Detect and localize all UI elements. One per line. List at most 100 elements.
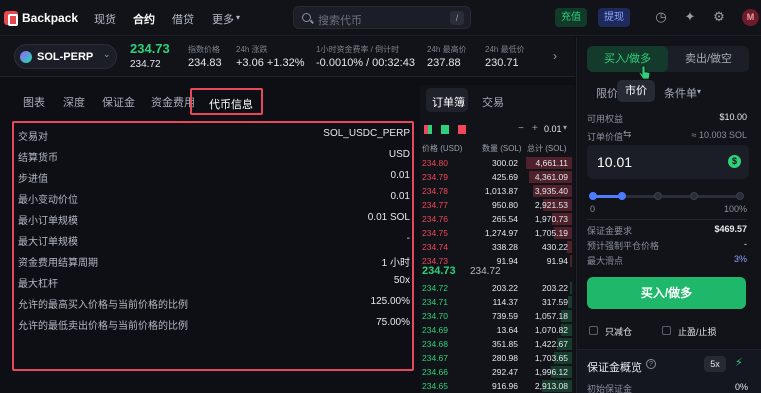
ob-size: 91.94 — [496, 256, 518, 266]
gear-icon[interactable]: ⚙ — [712, 10, 726, 24]
slider-stop-100[interactable] — [736, 192, 744, 200]
token-info-value: 0.01 — [390, 191, 410, 202]
view-asks-icon[interactable] — [458, 125, 466, 134]
order-type-conditional[interactable]: 条件单 — [664, 85, 697, 101]
bid-row[interactable]: 234.70 739.59 1,057.18 — [420, 309, 572, 323]
token-info-label: 最大杠杆 — [18, 279, 58, 290]
token-info-row: 允许的最低卖出价格与当前价格的比例 75.00% — [18, 314, 410, 334]
ob-mid-sub: 234.72 — [470, 266, 501, 277]
ask-row[interactable]: 234.74 338.28 430.22 — [420, 240, 572, 254]
token-info-label: 结算货币 — [18, 153, 58, 164]
reduce-only-label: 只减仓 — [605, 327, 633, 337]
chevron-right-icon[interactable]: › — [553, 49, 557, 63]
buy-long-tab[interactable]: 买入/做多 — [587, 46, 668, 72]
top-navbar: Backpack 现货 合约 借贷 更多 ▾ 搜索代币 / 充值 提现 ◷ ✦ … — [0, 0, 761, 36]
tab-orderbook[interactable]: 订单簿 — [432, 94, 465, 110]
ob-price: 234.70 — [422, 311, 448, 321]
nav-more[interactable]: 更多 — [212, 11, 234, 27]
ob-size: 292.47 — [492, 367, 518, 377]
lightning-icon[interactable]: ⚡ — [735, 356, 743, 369]
trade-panel: 买入/做多 卖出/做空 限价 市价 条件单 ▾ 可用权益 $10.00 订单价值… — [576, 37, 761, 393]
order-type-limit[interactable]: 限价 — [596, 85, 618, 101]
history-icon[interactable]: ◷ — [654, 10, 668, 24]
nav-lending[interactable]: 借贷 — [172, 11, 194, 27]
token-info-row: 最小变动价位 0.01 — [18, 188, 410, 208]
index-price-value: 234.83 — [188, 57, 222, 69]
tp-sl-checkbox[interactable] — [662, 326, 671, 335]
withdraw-button[interactable]: 提现 — [598, 8, 630, 27]
ob-total: 4,361.09 — [534, 172, 568, 182]
tick-minus-icon[interactable]: − — [518, 123, 524, 134]
submit-buy-long-button[interactable]: 买入/做多 — [587, 277, 746, 309]
bid-row[interactable]: 234.72 203.22 203.22 — [420, 281, 572, 295]
nav-more-chevron-icon[interactable]: ▾ — [236, 13, 240, 22]
margin-overview-title: 保证金概览 — [587, 362, 642, 374]
depth-bar — [570, 255, 572, 267]
bid-row[interactable]: 234.66 292.47 1,996.12 — [420, 365, 572, 379]
sell-short-tab[interactable]: 卖出/做空 — [668, 46, 749, 72]
view-bids-icon[interactable] — [441, 125, 449, 134]
market-selector[interactable]: SOL-PERP ⌄ — [14, 44, 117, 69]
tick-chevron-down-icon[interactable]: ▾ — [563, 123, 567, 132]
order-type-market[interactable]: 市价 — [617, 80, 655, 102]
slider-stop-0[interactable] — [589, 192, 597, 200]
swap-icon[interactable]: ⇆ — [623, 129, 631, 140]
available-equity-label: 可用权益 — [587, 114, 624, 124]
tab-funding[interactable]: 资金费用 — [151, 94, 195, 110]
bid-row[interactable]: 234.67 280.98 1,703.65 — [420, 351, 572, 365]
order-type-chevron-icon[interactable]: ▾ — [697, 87, 701, 96]
view-both-icon[interactable] — [424, 125, 432, 134]
ob-total: 1,070.82 — [534, 325, 568, 335]
ask-row[interactable]: 234.80 300.02 4,661.11 — [420, 156, 572, 170]
nav-spot[interactable]: 现货 — [94, 11, 116, 27]
ob-price: 234.75 — [422, 228, 448, 238]
token-info-value: - — [406, 233, 410, 244]
sparkle-icon[interactable]: ✦ — [683, 10, 697, 24]
ob-header-total: 总计 (SOL) — [527, 144, 567, 153]
market-ticker-bar: SOL-PERP ⌄ 234.73 234.72 指数价格 234.83 24h… — [0, 37, 575, 77]
deposit-button[interactable]: 充值 — [555, 8, 587, 27]
tick-plus-icon[interactable]: + — [532, 123, 538, 134]
solana-coin-icon — [20, 51, 32, 63]
ob-size: 338.28 — [492, 242, 518, 252]
leverage-badge[interactable]: 5x — [704, 356, 726, 372]
slider-stop-50[interactable] — [654, 192, 662, 200]
ob-size: 203.22 — [492, 283, 518, 293]
bid-row[interactable]: 234.71 114.37 317.59 — [420, 295, 572, 309]
search-box[interactable]: 搜索代币 / — [293, 6, 471, 29]
tab-margin[interactable]: 保证金 — [102, 94, 135, 110]
tab-trades[interactable]: 交易 — [482, 94, 504, 110]
info-icon[interactable]: ? — [646, 359, 656, 369]
token-info-row: 结算货币 USD — [18, 146, 410, 166]
ask-row[interactable]: 234.77 950.80 2,921.53 — [420, 198, 572, 212]
nav-futures[interactable]: 合约 — [133, 11, 155, 27]
tab-chart[interactable]: 图表 — [23, 94, 45, 110]
order-value-input[interactable]: 10.01 $ — [587, 145, 749, 179]
reduce-only-checkbox[interactable] — [589, 326, 598, 335]
last-price-sub: 234.72 — [130, 59, 161, 70]
max-slippage-value[interactable]: 3% — [734, 254, 747, 264]
ask-row[interactable]: 234.75 1,274.97 1,705.19 — [420, 226, 572, 240]
brand-name[interactable]: Backpack — [22, 11, 78, 25]
margin-requirement-label: 保证金要求 — [587, 226, 633, 236]
tab-token-info[interactable]: 代币信息 — [190, 88, 263, 115]
backpack-logo-icon[interactable] — [4, 11, 18, 26]
token-info-label: 步进值 — [18, 174, 48, 185]
low-24h-value: 230.71 — [485, 57, 519, 69]
order-value-hint: ≈ 10.003 SOL — [691, 130, 747, 140]
ob-size: 351.85 — [492, 339, 518, 349]
tick-size[interactable]: 0.01 — [544, 124, 562, 134]
avatar[interactable]: M — [742, 9, 759, 26]
token-info-row: 交易对 SOL_USDC_PERP — [18, 125, 410, 145]
tp-sl-label: 止盈/止损 — [678, 327, 717, 337]
slider-stop-75[interactable] — [690, 192, 698, 200]
bid-row[interactable]: 234.65 916.96 2,913.08 — [420, 379, 572, 393]
bid-row[interactable]: 234.68 351.85 1,422.67 — [420, 337, 572, 351]
ask-row[interactable]: 234.76 265.54 1,970.73 — [420, 212, 572, 226]
slider-handle[interactable] — [618, 192, 626, 200]
ask-row[interactable]: 234.78 1,013.87 3,935.40 — [420, 184, 572, 198]
tab-depth[interactable]: 深度 — [63, 94, 85, 110]
change-24h-label: 24h 涨跌 — [236, 45, 268, 54]
bid-row[interactable]: 234.69 13.64 1,070.82 — [420, 323, 572, 337]
ask-row[interactable]: 234.79 425.69 4,361.09 — [420, 170, 572, 184]
